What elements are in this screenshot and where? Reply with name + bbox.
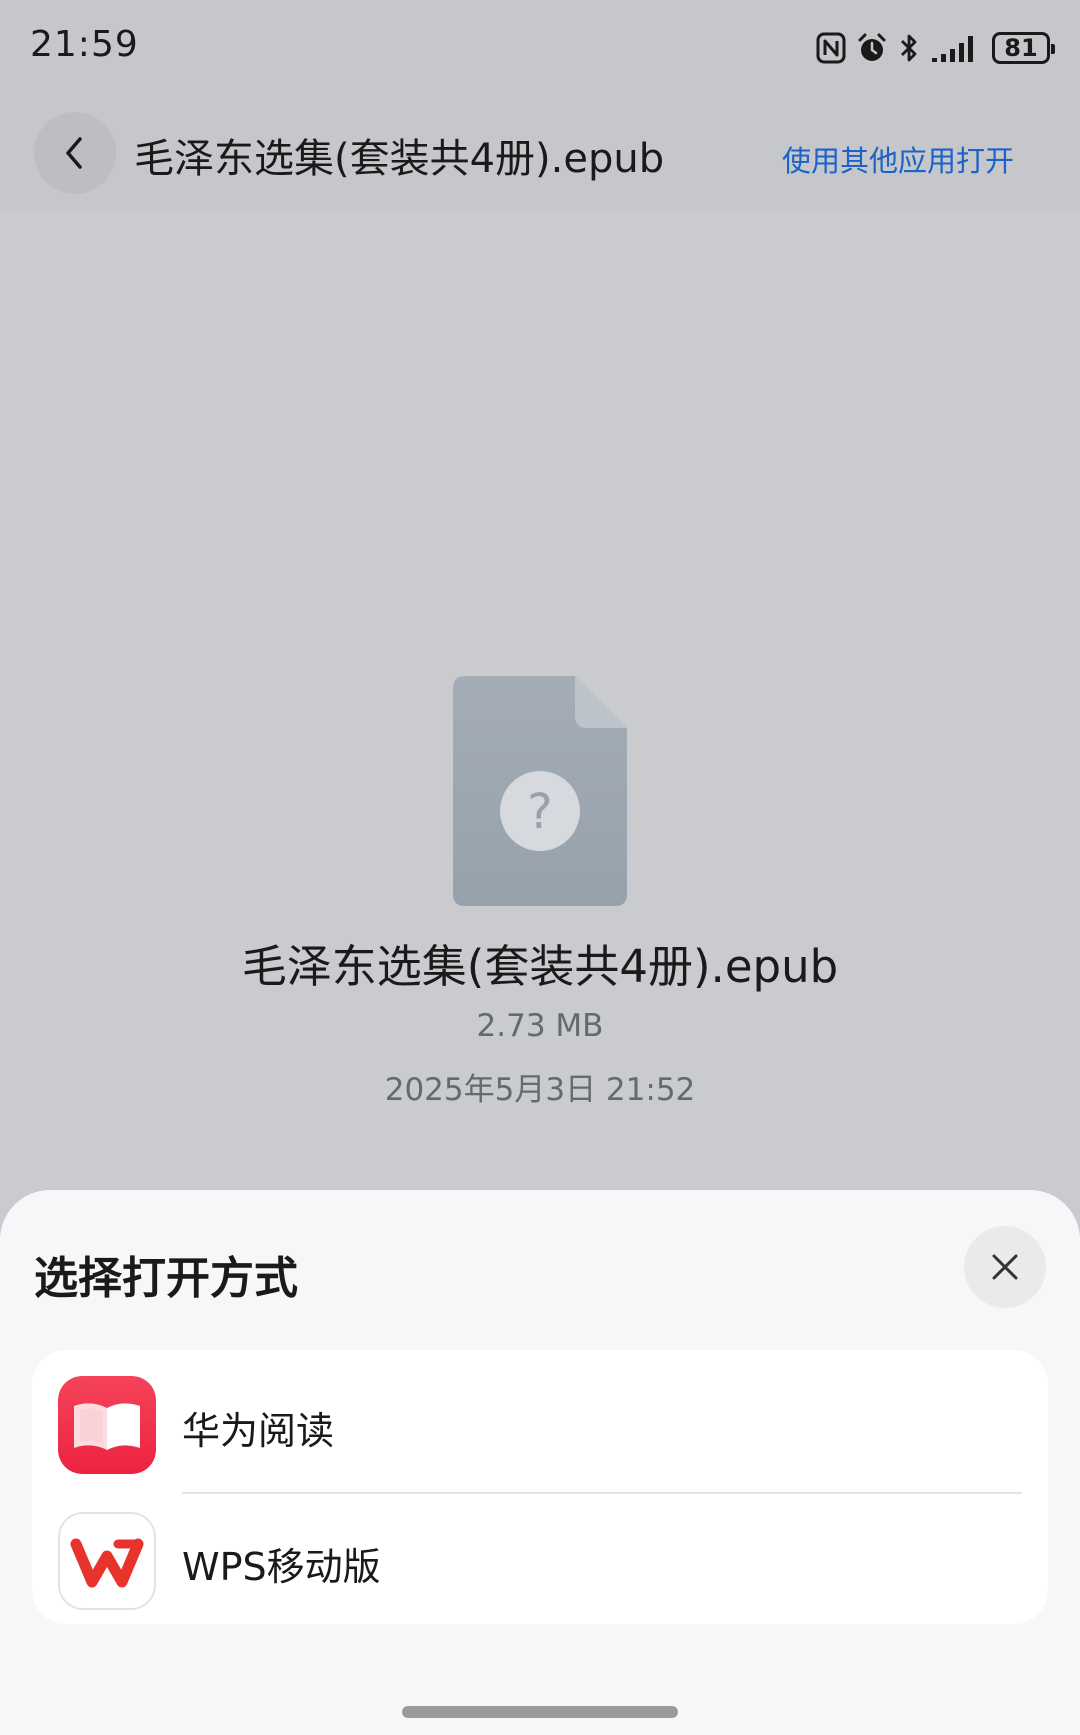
close-button[interactable]	[964, 1226, 1046, 1308]
screen: 21:59 81 毛泽东选集(套装共4册).epub 使用其他应用打开 ? 毛泽…	[0, 0, 1080, 1735]
bluetooth-icon	[898, 32, 920, 64]
signal-icon	[930, 32, 982, 64]
file-date: 2025年5月3日 21:52	[384, 1072, 696, 1108]
back-button[interactable]	[34, 112, 116, 194]
file-name: 毛泽东选集(套装共4册).epub	[241, 940, 839, 993]
nfc-icon	[816, 32, 846, 64]
open-with-other-app-link[interactable]: 使用其他应用打开	[782, 138, 1014, 180]
svg-text:?: ?	[527, 784, 552, 840]
open-with-sheet: 选择打开方式 华为阅读 WPS移动版	[0, 1190, 1080, 1735]
file-size: 2.73 MB	[476, 1008, 604, 1044]
status-time: 21:59	[30, 24, 139, 65]
huawei-books-icon	[58, 1376, 156, 1474]
header: 毛泽东选集(套装共4册).epub 使用其他应用打开	[0, 96, 1080, 212]
page-title: 毛泽东选集(套装共4册).epub	[134, 136, 665, 182]
app-option-huawei-books[interactable]: 华为阅读	[32, 1354, 1048, 1494]
app-option-wps[interactable]: WPS移动版	[32, 1490, 1048, 1624]
app-label: WPS移动版	[182, 1545, 381, 1589]
wps-icon	[58, 1512, 156, 1610]
close-icon	[992, 1254, 1018, 1280]
status-icons: 81	[816, 28, 1055, 68]
app-label: 华为阅读	[182, 1409, 335, 1453]
chevron-left-icon	[66, 137, 82, 169]
app-list: 华为阅读 WPS移动版	[32, 1350, 1048, 1624]
sheet-title: 选择打开方式	[34, 1253, 298, 1304]
unknown-file-icon: ?	[453, 676, 627, 906]
alarm-icon	[856, 32, 888, 64]
status-bar: 21:59 81	[0, 0, 1080, 96]
battery-icon: 81	[992, 32, 1055, 64]
home-indicator[interactable]	[402, 1706, 678, 1718]
